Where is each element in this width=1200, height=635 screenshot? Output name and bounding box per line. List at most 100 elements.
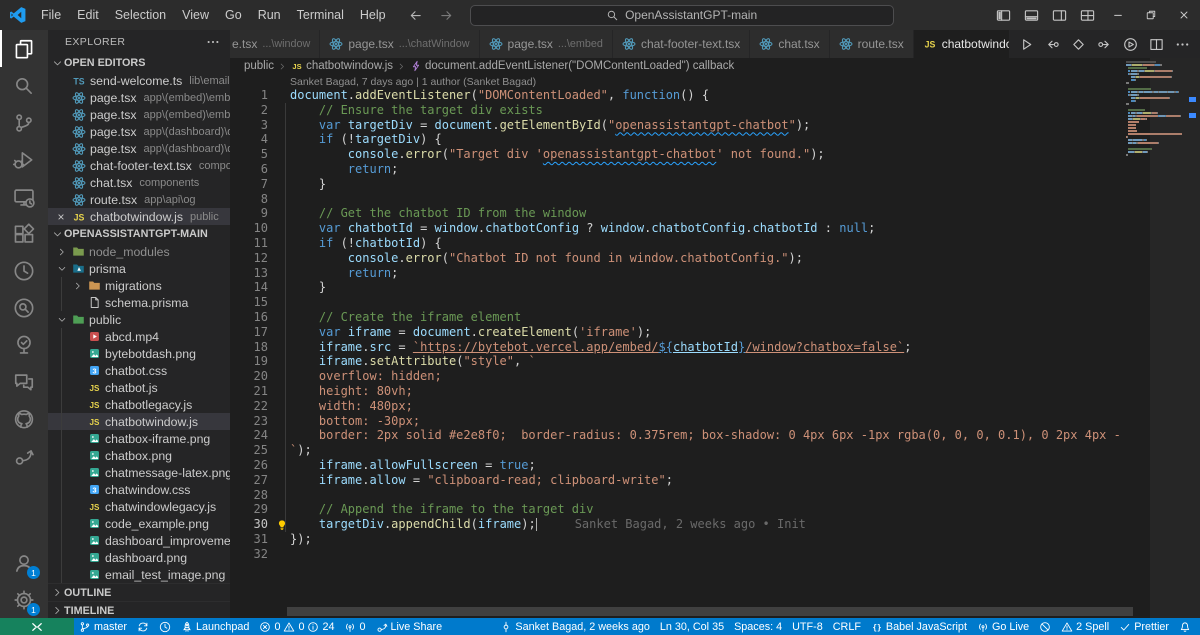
activitybar-live-share[interactable] [0, 437, 48, 474]
tree-item[interactable]: JSchatbotlegacy.js [48, 396, 230, 413]
activitybar-todo-tree[interactable] [0, 326, 48, 363]
layout-right-icon[interactable] [1045, 0, 1073, 30]
root-folder-header[interactable]: OPENASSISTANTGPT-MAIN [48, 225, 230, 243]
forward-button[interactable] [439, 8, 454, 23]
menu-item-edit[interactable]: Edit [69, 0, 107, 30]
timeline-header[interactable]: TIMELINE [48, 601, 230, 618]
back-button[interactable] [408, 8, 423, 23]
previous-change-button[interactable] [1045, 37, 1060, 52]
minimize-icon[interactable] [1101, 0, 1134, 30]
layout-left-icon[interactable] [989, 0, 1017, 30]
status-language-mode[interactable]: {}Babel JavaScript [866, 618, 972, 635]
status-launchpad[interactable]: Launchpad [176, 618, 254, 635]
open-editor-item[interactable]: page.tsxapp\(dashboard)\dashbo... [48, 123, 230, 140]
tab-chatbotwindow.js[interactable]: JSchatbotwindow.js× [914, 30, 1009, 58]
tree-item[interactable]: 3chatwindow.css [48, 481, 230, 498]
split-editor-button[interactable] [1149, 37, 1164, 52]
tree-item[interactable]: node_modules [48, 243, 230, 260]
tree-item[interactable]: email_test_image.png [48, 566, 230, 583]
run-button[interactable] [1019, 37, 1034, 52]
open-editor-item[interactable]: TSsend-welcome.tslib\emails [48, 72, 230, 89]
activitybar-run-and-debug[interactable] [0, 141, 48, 178]
activitybar-accounts[interactable]: 1 [0, 544, 48, 581]
breadcrumb-item[interactable]: JSchatbotwindow.js [291, 60, 393, 72]
status-blocked-indicator[interactable] [1034, 618, 1056, 635]
status-spell-checker[interactable]: 2 Spell [1056, 618, 1114, 635]
open-editor-item[interactable]: ×JSchatbotwindow.jspublic [48, 208, 230, 225]
open-editor-item[interactable]: chat-footer-text.tsxcomponents [48, 157, 230, 174]
status-indentation[interactable]: Spaces: 4 [729, 618, 787, 635]
close-icon[interactable] [1167, 0, 1200, 30]
status-notifications[interactable] [1174, 618, 1196, 635]
layout-panel-icon[interactable] [1017, 0, 1045, 30]
breadcrumb-item[interactable]: document.addEventListener("DOMContentLoa… [410, 60, 734, 72]
open-editor-item[interactable]: page.tsxapp\(dashboard)\dashbo... [48, 140, 230, 157]
tree-item[interactable]: prisma [48, 260, 230, 277]
run-or-debug-button[interactable] [1123, 37, 1138, 52]
tree-item[interactable]: chatmessage-latex.png [48, 464, 230, 481]
status-gitlens-status[interactable] [154, 618, 176, 635]
status-go-live[interactable]: Go Live [972, 618, 1034, 635]
tab-route.tsx[interactable]: route.tsx [830, 30, 914, 58]
status-ports[interactable]: 0 [339, 618, 370, 635]
layout-custom-icon[interactable] [1073, 0, 1101, 30]
tab-chat-footer-text.tsx[interactable]: chat-footer-text.tsx [613, 30, 750, 58]
tab-e.tsx[interactable]: e.tsx...\window [230, 30, 320, 58]
codelens[interactable]: Sanket Bagad, 7 days ago | 1 author (San… [230, 74, 1200, 88]
outline-header[interactable]: OUTLINE [48, 583, 230, 601]
tree-item[interactable]: 3chatbot.css [48, 362, 230, 379]
activitybar-explorer[interactable] [0, 30, 48, 67]
horizontal-scrollbar[interactable] [287, 607, 1133, 616]
breadcrumb-item[interactable]: public [244, 60, 274, 72]
status-git-branch[interactable]: master [74, 618, 132, 635]
code-area[interactable]: 1document.addEventListener("DOMContentLo… [230, 88, 1122, 562]
tree-item[interactable]: abcd.mp4 [48, 328, 230, 345]
tree-item[interactable]: JSchatbotwindow.js [48, 413, 230, 430]
remote-indicator[interactable] [0, 618, 74, 635]
tree-item[interactable]: code_example.png [48, 515, 230, 532]
activitybar-settings[interactable]: 1 [0, 581, 48, 618]
open-editors-header[interactable]: OPEN EDITORS [48, 54, 230, 72]
open-editor-item[interactable]: chat.tsxcomponents [48, 174, 230, 191]
tree-item[interactable]: public [48, 311, 230, 328]
open-editor-item[interactable]: page.tsxapp\(embed)\embed\[id]... [48, 106, 230, 123]
next-change-button[interactable] [1097, 37, 1112, 52]
tree-item[interactable]: JSchatbot.js [48, 379, 230, 396]
open-editor-item[interactable]: page.tsxapp\(embed)\embed\[id]... [48, 89, 230, 106]
menu-item-run[interactable]: Run [250, 0, 289, 30]
tree-item[interactable]: chatbox-iframe.png [48, 430, 230, 447]
activitybar-gitlens-inspect[interactable] [0, 289, 48, 326]
tree-item[interactable]: migrations [48, 277, 230, 294]
tree-item[interactable]: bytebotdash.png [48, 345, 230, 362]
tree-item[interactable]: dashboard_improvement.png [48, 532, 230, 549]
activitybar-source-control[interactable] [0, 104, 48, 141]
close-icon[interactable]: × [54, 210, 68, 224]
open-changes-button[interactable] [1071, 37, 1086, 52]
activitybar-search[interactable] [0, 67, 48, 104]
status-git-sync[interactable] [132, 618, 154, 635]
status-live-share[interactable]: Live Share [371, 618, 448, 635]
status-cursor-position[interactable]: Ln 30, Col 35 [655, 618, 729, 635]
tree-item[interactable]: dashboard.png [48, 549, 230, 566]
tab-page.tsx[interactable]: page.tsx...\chatWindow [320, 30, 479, 58]
minimap[interactable] [1122, 58, 1200, 618]
status-problems[interactable]: 0024 [254, 618, 339, 635]
activitybar-github[interactable] [0, 400, 48, 437]
status-eol[interactable]: CRLF [828, 618, 866, 635]
status-prettier[interactable]: Prettier [1114, 618, 1174, 635]
activitybar-remote-explorer[interactable] [0, 178, 48, 215]
restore-icon[interactable] [1134, 0, 1167, 30]
breadcrumb[interactable]: public JSchatbotwindow.js document.addEven… [230, 58, 1200, 74]
activitybar-extensions[interactable] [0, 215, 48, 252]
more-actions-button[interactable] [1175, 37, 1190, 52]
status-encoding[interactable]: UTF-8 [787, 618, 828, 635]
status-git-blame[interactable]: Sanket Bagad, 2 weeks ago [495, 618, 654, 635]
menu-item-view[interactable]: View [174, 0, 217, 30]
open-editor-item[interactable]: route.tsxapp\api\og [48, 191, 230, 208]
command-center-search[interactable]: OpenAssistantGPT-main [470, 5, 894, 26]
more-actions-icon[interactable] [206, 35, 220, 49]
tree-item[interactable]: schema.prisma [48, 294, 230, 311]
menu-item-selection[interactable]: Selection [107, 0, 174, 30]
menu-item-help[interactable]: Help [352, 0, 394, 30]
tree-item[interactable]: chatbox.png [48, 447, 230, 464]
